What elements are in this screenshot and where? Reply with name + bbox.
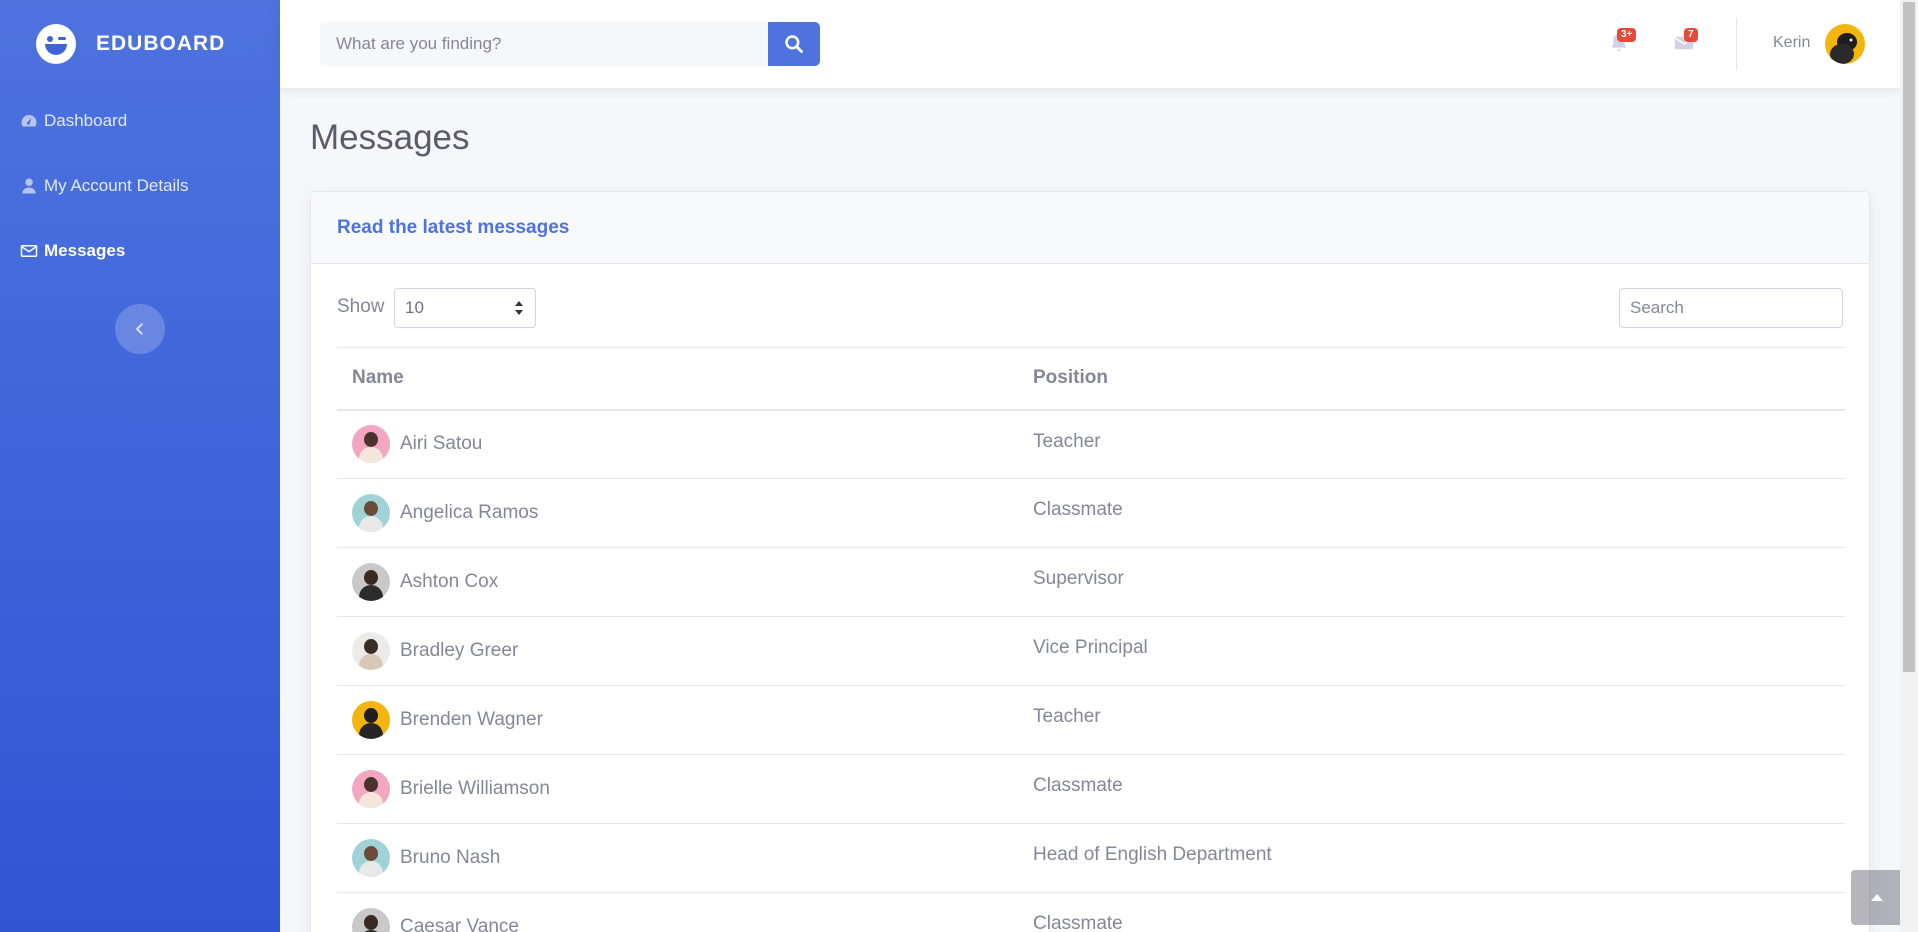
column-header-position[interactable]: Position: [1018, 347, 1845, 411]
contact-name: Airi Satou: [400, 433, 483, 455]
sidebar-item-label: Messages: [44, 240, 126, 260]
page-length-value: 10: [405, 298, 424, 317]
table-row[interactable]: Brenden Wagner Teacher: [337, 685, 1845, 755]
contact-position: Classmate: [1018, 754, 1845, 824]
user-avatar[interactable]: [1825, 24, 1865, 64]
avatar: [352, 770, 390, 808]
search-input[interactable]: [320, 22, 768, 66]
sidebar-item-dashboard[interactable]: Dashboard: [0, 88, 280, 153]
envelope-icon: [20, 244, 38, 257]
sidebar-item-account[interactable]: My Account Details: [0, 153, 280, 218]
avatar: [352, 563, 390, 601]
sidebar-item-messages[interactable]: Messages: [0, 218, 280, 283]
page-title: Messages: [310, 118, 470, 157]
sidebar: EDUBOARD Dashboard My Account Details Me…: [0, 0, 280, 932]
table-row[interactable]: Caesar Vance Classmate: [337, 892, 1845, 932]
column-header-name[interactable]: Name: [337, 347, 1018, 411]
user-icon: [22, 178, 36, 193]
avatar: [352, 494, 390, 532]
avatar: [352, 701, 390, 739]
brand-name: EDUBOARD: [96, 32, 226, 55]
show-label: Show: [337, 296, 385, 317]
contact-position: Teacher: [1018, 685, 1845, 755]
search-button[interactable]: [768, 22, 820, 66]
scroll-to-top-button[interactable]: [1851, 870, 1903, 925]
chevron-left-icon: [136, 323, 143, 335]
contact-position: Supervisor: [1018, 547, 1845, 617]
alerts-badge: 3+: [1617, 28, 1637, 42]
chevron-up-icon: [1871, 893, 1883, 901]
contact-position: Head of English Department: [1018, 823, 1845, 893]
table-search-input[interactable]: [1619, 288, 1843, 328]
search-icon: [785, 35, 803, 53]
table-row[interactable]: Brielle Williamson Classmate: [337, 754, 1845, 824]
alerts-button[interactable]: 3+: [1608, 28, 1637, 56]
table-row[interactable]: Airi Satou Teacher: [337, 409, 1845, 479]
sidebar-item-label: Dashboard: [44, 110, 128, 130]
page-scrollbar[interactable]: [1900, 0, 1918, 932]
contact-name: Brielle Williamson: [400, 778, 550, 799]
avatar: [352, 908, 390, 932]
brand[interactable]: EDUBOARD: [0, 0, 280, 88]
table-header-row: Name Position: [337, 347, 1845, 411]
user-name[interactable]: Kerin: [1773, 34, 1810, 52]
avatar: [352, 632, 390, 670]
contact-name: Brenden Wagner: [400, 709, 543, 730]
contact-position: Vice Principal: [1018, 616, 1845, 686]
sort-arrows-icon: [515, 301, 523, 315]
contact-name: Bruno Nash: [400, 847, 501, 868]
table-controls: Show 10: [337, 288, 1843, 328]
messages-table: Name Position Airi Satou Teacher Angelic…: [337, 347, 1845, 932]
page-length-select[interactable]: 10: [394, 288, 536, 328]
avatar: [352, 839, 390, 877]
avatar-image: [1830, 33, 1857, 64]
sidebar-nav: Dashboard My Account Details Messages: [0, 88, 280, 283]
messages-button[interactable]: 7: [1673, 28, 1698, 56]
table-row[interactable]: Angelica Ramos Classmate: [337, 478, 1845, 548]
scrollbar-thumb[interactable]: [1903, 2, 1915, 672]
contact-name: Caesar Vance: [400, 916, 519, 932]
card-title: Read the latest messages: [337, 216, 570, 238]
messages-badge: 7: [1684, 28, 1698, 42]
table-row[interactable]: Bradley Greer Vice Principal: [337, 616, 1845, 686]
contact-position: Teacher: [1018, 409, 1845, 479]
topbar-search: [320, 22, 820, 66]
dashboard-gauge-icon: [21, 114, 37, 127]
contact-name: Angelica Ramos: [400, 502, 539, 523]
sidebar-collapse-button[interactable]: [115, 304, 165, 354]
table-row[interactable]: Bruno Nash Head of English Department: [337, 823, 1845, 893]
wink-face-icon: [36, 24, 76, 64]
topbar-divider: [1736, 18, 1737, 70]
contact-position: Classmate: [1018, 478, 1845, 548]
contact-position: Classmate: [1018, 892, 1845, 932]
avatar: [352, 425, 390, 464]
messages-card: Read the latest messages Show 10 Name Po…: [310, 191, 1870, 932]
topbar: 3+ 7 Kerin: [280, 0, 1900, 88]
sidebar-item-label: My Account Details: [44, 175, 189, 195]
card-header: Read the latest messages: [311, 192, 1869, 264]
contact-name: Bradley Greer: [400, 640, 519, 661]
table-row[interactable]: Ashton Cox Supervisor: [337, 547, 1845, 617]
contact-name: Ashton Cox: [400, 571, 499, 592]
